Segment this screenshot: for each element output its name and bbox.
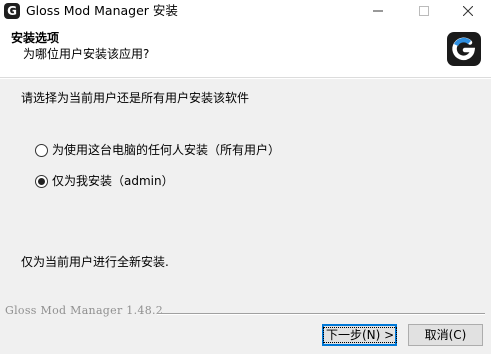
app-icon: G [4,3,20,19]
radio-checked-icon[interactable] [35,175,48,188]
next-button-label[interactable]: 下一步(N) > [323,327,398,343]
radio-circle-icon[interactable] [35,144,48,157]
title-bar: G Gloss Mod Manager 安装 [0,0,491,22]
radio-all-users[interactable]: 为使用这台电脑的任何人安装（所有用户） [35,143,280,158]
footer-bar: Gloss Mod Manager 1.48.2 下一步(N) > 取消(C) [0,296,491,354]
close-button[interactable] [445,0,491,22]
option-description: 仅为当前用户进行全新安装. [21,255,169,269]
maximize-icon [419,6,429,16]
footer-divider [157,313,485,315]
close-icon [463,6,473,16]
gloss-logo-icon [447,32,481,66]
version-label: Gloss Mod Manager 1.48.2 [5,304,164,317]
header-panel: 安装选项 为哪位用户安装该应用? [0,22,491,78]
cancel-button[interactable]: 取消(C) [408,324,483,346]
radio-current-user[interactable]: 仅为我安装（admin） [35,174,174,189]
next-button[interactable]: 下一步(N) > [322,324,398,346]
window-title: Gloss Mod Manager 安装 [26,3,178,18]
minimize-icon [373,10,383,12]
page-subtitle: 为哪位用户安装该应用? [23,47,150,61]
minimize-button[interactable] [355,0,401,22]
options-panel: 请选择为当前用户还是所有用户安装该软件 为使用这台电脑的任何人安装（所有用户） … [0,79,491,305]
install-prompt: 请选择为当前用户还是所有用户安装该软件 [21,91,250,105]
maximize-button[interactable] [401,0,447,22]
page-title: 安装选项 [11,31,60,45]
radio-all-users-label[interactable]: 为使用这台电脑的任何人安装（所有用户） [52,143,280,158]
radio-current-user-label[interactable]: 仅为我安装（admin） [52,174,174,189]
